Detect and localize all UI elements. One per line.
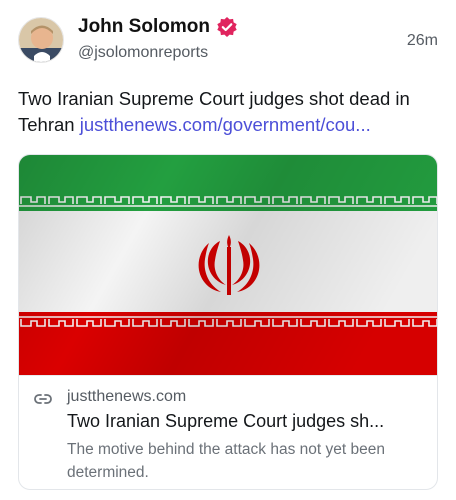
link-preview-card[interactable]: justthenews.com Two Iranian Supreme Cour… <box>18 154 438 490</box>
link-icon <box>33 389 53 409</box>
avatar-image <box>19 18 63 62</box>
avatar[interactable] <box>18 17 64 63</box>
post-header: John Solomon @jsolomonreports 26m <box>18 14 438 68</box>
post-text: Two Iranian Supreme Court judges shot de… <box>18 86 443 138</box>
name-row: John Solomon <box>78 16 238 38</box>
handle[interactable]: @jsolomonreports <box>78 44 208 62</box>
card-meta: justthenews.com Two Iranian Supreme Cour… <box>19 375 437 489</box>
card-domain[interactable]: justthenews.com <box>67 388 186 406</box>
card-title[interactable]: Two Iranian Supreme Court judges sh... <box>67 411 429 432</box>
verified-badge-icon <box>216 16 238 38</box>
iran-flag-image <box>19 155 437 375</box>
post-link[interactable]: justthenews.com/government/cou... <box>80 114 371 135</box>
card-description: The motive behind the attack has not yet… <box>67 441 385 481</box>
display-name[interactable]: John Solomon <box>78 16 210 38</box>
timestamp[interactable]: 26m <box>407 32 438 50</box>
